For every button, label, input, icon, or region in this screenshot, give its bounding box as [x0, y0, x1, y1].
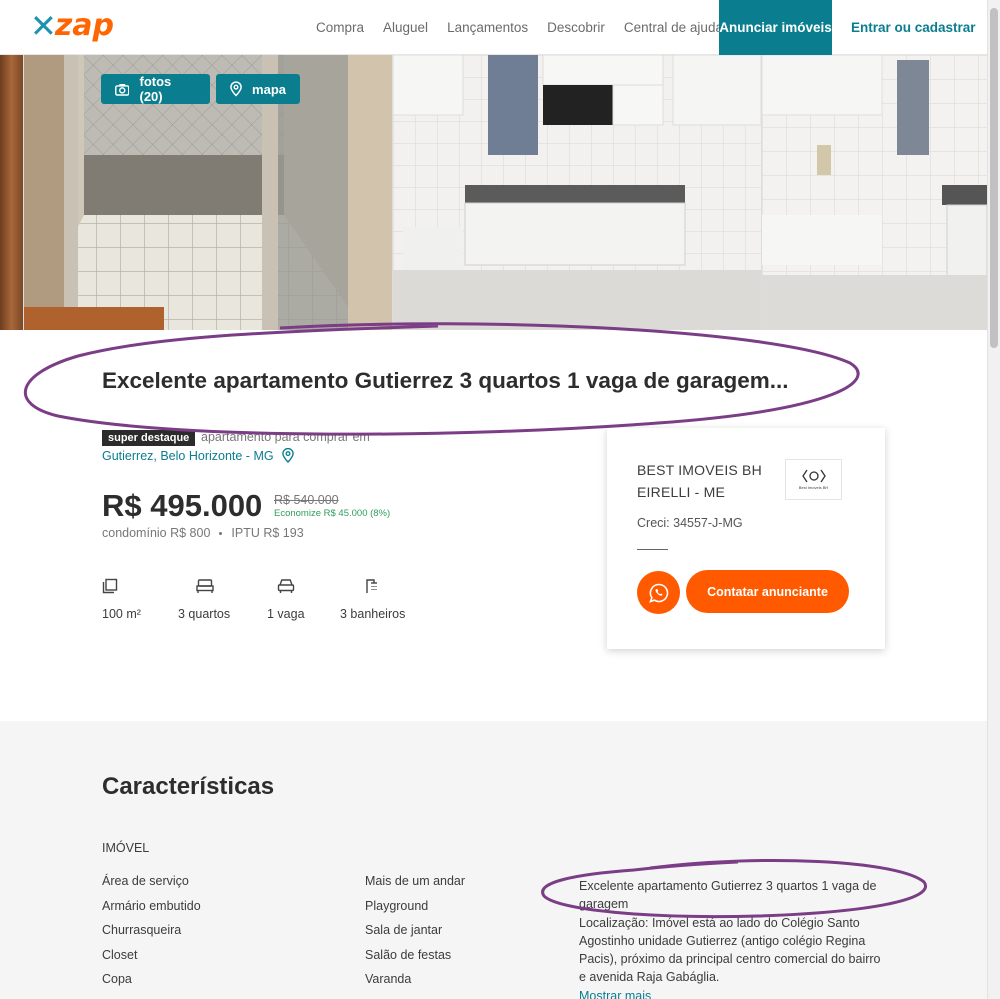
car-icon — [277, 579, 295, 593]
nav-lancamentos[interactable]: Lançamentos — [447, 20, 528, 35]
listing-type: apartamento para comprar em — [201, 430, 370, 444]
separator-dot — [219, 531, 223, 535]
main-nav: Compra Aluguel Lançamentos Descobrir Cen… — [316, 0, 742, 55]
super-destaque-badge: super destaque — [102, 430, 196, 446]
agency-logo-caption: Best Imoveis BH — [798, 485, 829, 490]
creci-number: Creci: 34557-J-MG — [637, 516, 743, 530]
map-pin-icon — [230, 81, 242, 97]
amenity-bathrooms-label: 3 banheiros — [340, 607, 406, 621]
feature-item: Mais de um andar — [365, 874, 466, 888]
listing-title: Excelente apartamento Gutierrez 3 quarto… — [102, 368, 789, 393]
location-text: Gutierrez, Belo Horizonte - MG — [102, 448, 274, 463]
location-pin-icon — [281, 448, 294, 463]
feature-item: Varanda — [365, 972, 412, 986]
kitchen-photo-image — [393, 55, 761, 330]
amenity-bedrooms: 3 quartos — [178, 578, 230, 621]
characteristics-subtitle: IMÓVEL — [102, 841, 150, 855]
site-header: ✕ zap Compra Aluguel Lançamentos Descobr… — [0, 0, 987, 55]
agency-logo[interactable]: Best Imoveis BH — [785, 459, 842, 500]
photo-gallery[interactable]: fotos (20) mapa — [0, 55, 987, 330]
logo-mark-icon: ✕ — [30, 7, 57, 45]
feature-item: Copa — [102, 972, 132, 986]
photos-button[interactable]: fotos (20) — [101, 74, 210, 104]
bed-icon — [196, 579, 214, 593]
show-more-link[interactable]: Mostrar mais — [579, 989, 651, 999]
agency-name[interactable]: BEST IMOVEIS BH EIRELLI - ME — [637, 459, 777, 503]
amenity-bedrooms-label: 3 quartos — [178, 607, 231, 621]
gallery-photo-kitchen[interactable] — [393, 55, 761, 330]
anunciar-imoveis-button[interactable]: Anunciar imóveis — [719, 0, 832, 55]
shower-icon — [366, 579, 377, 593]
amenity-parking: 1 vaga — [267, 578, 305, 621]
photos-button-label: fotos (20) — [139, 74, 172, 104]
iptu-fee: IPTU R$ 193 — [231, 526, 304, 540]
description-headline: Excelente apartamento Gutierrez 3 quarto… — [579, 879, 877, 912]
map-button[interactable]: mapa — [216, 74, 300, 104]
feature-item: Playground — [365, 898, 429, 913]
laundry-photo-image — [762, 55, 987, 330]
feature-item: Armário embutido — [102, 898, 201, 913]
saving-text: Economize R$ 45.000 (8%) — [274, 508, 391, 519]
nav-compra[interactable]: Compra — [316, 20, 364, 35]
login-link[interactable]: Entrar ou cadastrar — [851, 0, 976, 55]
amenity-area-label: 100 m² — [102, 607, 141, 621]
scrollbar-thumb[interactable] — [990, 8, 998, 348]
feature-item: Área de serviço — [102, 874, 189, 888]
contact-card: BEST IMOVEIS BH EIRELLI - ME Best Imovei… — [607, 428, 885, 649]
logo-text: zap — [54, 8, 114, 43]
characteristics-title: Características — [102, 773, 275, 800]
listing-fees: condomínio R$ 800 IPTU R$ 193 — [102, 526, 304, 540]
nav-aluguel[interactable]: Aluguel — [383, 20, 428, 35]
card-divider — [637, 549, 668, 550]
feature-item: Churrasqueira — [102, 923, 182, 937]
condo-fee: condomínio R$ 800 — [102, 526, 211, 540]
amenity-bathrooms: 3 banheiros — [340, 578, 405, 621]
gallery-photo-partial[interactable] — [0, 55, 23, 330]
description-body: Localização: Imóvel está ao lado do Colé… — [579, 915, 881, 985]
gallery-photo-laundry[interactable] — [762, 55, 987, 330]
map-button-label: mapa — [252, 81, 286, 97]
feature-item: Closet — [102, 947, 138, 962]
listing-location[interactable]: Gutierrez, Belo Horizonte - MG — [102, 448, 294, 463]
contact-advertiser-button[interactable]: Contatar anunciante — [686, 570, 849, 613]
listing-price: R$ 495.000 — [102, 488, 263, 523]
amenity-parking-label: 1 vaga — [267, 607, 305, 621]
agency-logo-icon — [801, 469, 826, 483]
features-column-1: Área de serviço Armário embutido Churras… — [102, 874, 201, 997]
amenity-area: 100 m² — [102, 578, 141, 621]
old-price: R$ 540.000 — [274, 493, 339, 507]
listing-description: Excelente apartamento Gutierrez 3 quarto… — [579, 877, 889, 987]
whatsapp-button[interactable] — [637, 571, 680, 614]
page-scrollbar[interactable] — [987, 0, 1000, 999]
feature-item: Sala de jantar — [365, 923, 443, 937]
camera-icon — [115, 83, 130, 96]
features-column-2: Mais de um andar Playground Sala de jant… — [365, 874, 465, 997]
feature-item: Salão de festas — [365, 947, 452, 962]
characteristics-section: Características IMÓVEL Área de serviço A… — [0, 721, 987, 999]
nav-central-ajuda[interactable]: Central de ajuda — [624, 20, 723, 35]
zap-logo[interactable]: ✕ zap — [30, 7, 114, 45]
area-icon — [102, 578, 118, 594]
whatsapp-icon — [648, 583, 668, 603]
nav-descobrir[interactable]: Descobrir — [547, 20, 605, 35]
